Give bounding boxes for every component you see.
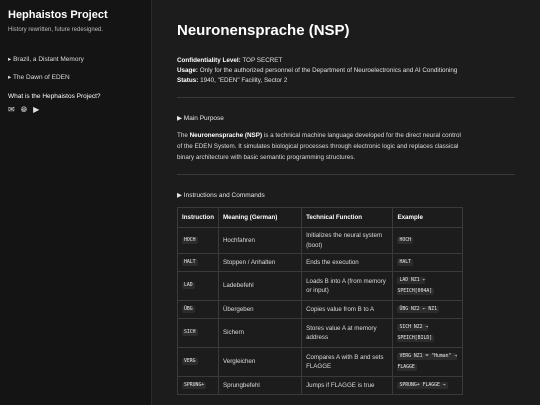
meaning-cell: Hochfahren (217, 227, 303, 254)
meaning-cell: Vergleichen (217, 347, 303, 377)
globe-icon[interactable]: 🌐︎ (21, 105, 27, 115)
site-tagline: History rewritten, future redesigned. (8, 27, 104, 33)
nav-link-what-is-hephaistos[interactable]: What is the Hephaistos Project? (8, 93, 143, 100)
example-cell: ÜBG NZ2 ← NZ1 (392, 300, 463, 319)
social-icons: ✉ 🌐︎ ▶ (8, 105, 143, 115)
function-cell: Compares A with B and sets FLAGGE (301, 347, 394, 377)
function-cell: Jumps if FLAGGE is true (301, 376, 394, 395)
nav-link-dawn-of-eden[interactable]: ▸ The Dawn of EDEN (8, 73, 143, 81)
mail-icon[interactable]: ✉ (8, 105, 15, 115)
main-purpose-toggle[interactable]: ▶ Main Purpose (177, 114, 515, 122)
function-cell: Ends the execution (301, 253, 394, 272)
column-header: Example (392, 207, 463, 228)
divider (177, 174, 515, 175)
status-value: 1940, "EDEN" Facility, Sector 2 (200, 77, 288, 84)
divider (177, 97, 515, 98)
table-header-row: Instruction Meaning (German) Technical F… (177, 207, 463, 228)
table-row: SPRUNG+ Sprungbefehl Jumps if FLAGGE is … (177, 376, 463, 395)
instruction-cell: HOCH (177, 227, 219, 254)
example-cell: HOCH (392, 227, 463, 254)
meaning-cell: Stoppen / Anhalten (217, 253, 303, 272)
table-row: LAD Ladebefehl Loads B into A (from memo… (177, 271, 463, 301)
instruction-cell: SICH (177, 318, 219, 348)
function-cell: Initializes the neural system (boot) (301, 227, 394, 254)
play-icon[interactable]: ▶ (33, 105, 39, 115)
meaning-cell: Sprungbefehl (217, 376, 303, 395)
meaning-cell: Ladebefehl (217, 271, 303, 301)
confidentiality-label: Confidentiality Level: (177, 57, 241, 64)
function-cell: Loads B into A (from memory or input) (301, 271, 394, 301)
intro-paragraph: The Neuronensprache (NSP) is a technical… (177, 132, 461, 161)
confidentiality-value: TOP SECRET (242, 57, 283, 64)
table-row: SICH Sichern Stores value A at memory ad… (177, 318, 463, 348)
instruction-cell: VERG (177, 347, 219, 377)
example-cell: SICH NZ2 → SPEICH[BILD] (392, 318, 463, 348)
function-cell: Copies value from B to A (301, 300, 394, 319)
meaning-cell: Übergeben (217, 300, 303, 319)
page-title: Neuronensprache (NSP) (177, 22, 350, 39)
usage-label: Usage: (177, 67, 198, 74)
column-header: Meaning (German) (217, 207, 303, 228)
column-header: Technical Function (301, 207, 394, 228)
column-header: Instruction (177, 207, 219, 228)
instruction-cell: SPRUNG+ (177, 376, 219, 395)
function-cell: Stores value A at memory address (301, 318, 394, 348)
instruction-table: Instruction Meaning (German) Technical F… (177, 207, 463, 395)
table-row: HOCH Hochfahren Initializes the neural s… (177, 227, 463, 254)
example-cell: LAD NZ1 ← SPEICH[004A] (392, 271, 463, 301)
nav-link-brazil[interactable]: ▸ Brazil, a Distant Memory (8, 55, 143, 63)
instructions-toggle[interactable]: ▶ Instructions and Commands (177, 191, 515, 199)
nsp-term: Neuronensprache (NSP) (189, 132, 263, 139)
instruction-cell: ÜBG (177, 300, 219, 319)
table-row: VERG Vergleichen Compares A with B and s… (177, 347, 463, 377)
example-cell: VERG NZ1 = "Human" → FLAGGE (392, 347, 463, 377)
instruction-cell: LAD (177, 271, 219, 301)
main-content: Neuronensprache (NSP) Confidentiality Le… (152, 0, 540, 405)
sidebar: Hephaistos Project History rewritten, fu… (0, 0, 152, 405)
site-title[interactable]: Hephaistos Project (8, 9, 143, 21)
status-label: Status: (177, 77, 199, 84)
document-meta: Confidentiality Level: TOP SECRET Usage:… (177, 56, 515, 86)
usage-value: Only for the authorized personnel of the… (199, 67, 458, 74)
meaning-cell: Sichern (217, 318, 303, 348)
example-cell: SPRUNG+ FLAGGE → (392, 376, 463, 395)
example-cell: HALT (392, 253, 463, 272)
table-row: ÜBG Übergeben Copies value from B to A Ü… (177, 300, 463, 319)
table-row: HALT Stoppen / Anhalten Ends the executi… (177, 253, 463, 272)
instruction-cell: HALT (177, 253, 219, 272)
